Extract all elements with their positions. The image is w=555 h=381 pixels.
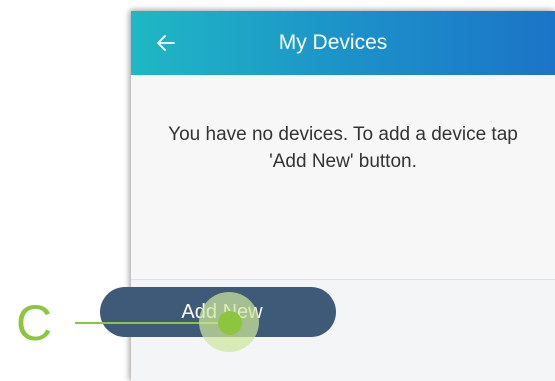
page-title: My Devices — [278, 31, 388, 54]
touch-indicator-dot — [218, 311, 242, 335]
navigation-bar: My Devices — [131, 11, 555, 75]
callout-letter: C — [16, 295, 53, 351]
empty-state-message: You have no devices. To add a device tap… — [168, 124, 518, 172]
